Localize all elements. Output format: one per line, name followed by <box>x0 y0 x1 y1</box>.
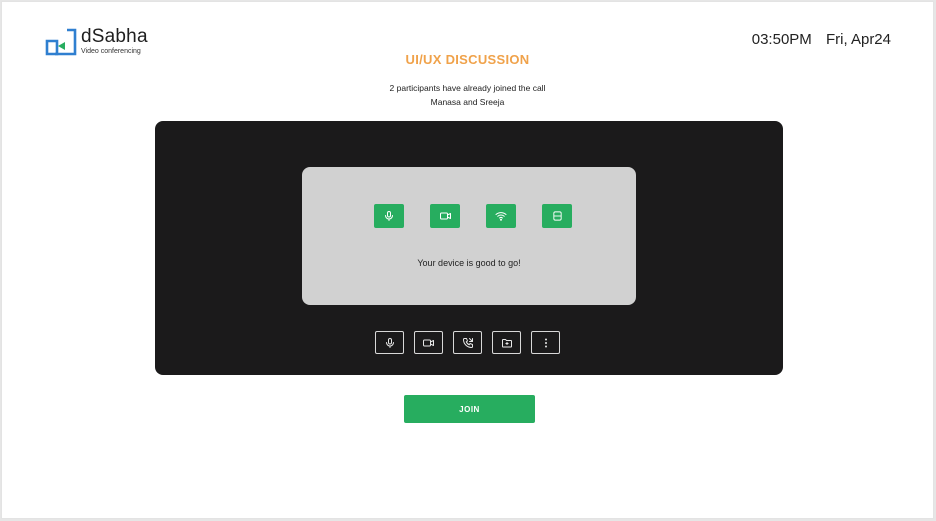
brand-name: dSabha <box>81 26 148 47</box>
join-button[interactable]: JOIN <box>404 395 535 423</box>
call-button[interactable] <box>453 331 482 354</box>
more-vertical-icon <box>544 338 547 347</box>
video-toggle-button[interactable] <box>414 331 443 354</box>
video-preview: Your device is good to go! <box>155 121 783 375</box>
app-frame: dSabha Video conferencing 03:50PM Fri, A… <box>1 1 934 519</box>
camera-icon <box>439 212 451 220</box>
phone-call-icon <box>462 337 473 348</box>
storage-icon <box>552 211 562 221</box>
storage-status <box>542 204 572 228</box>
participants-text: 2 participants have already joined the c… <box>389 83 546 93</box>
microphone-button[interactable] <box>375 331 404 354</box>
folder-add-icon <box>501 338 512 347</box>
more-options-button[interactable] <box>531 331 560 354</box>
clock-date: Fri, Apr24 <box>825 31 891 48</box>
camera-status <box>430 204 460 228</box>
microphone-status <box>374 204 404 228</box>
meeting-title: UI/UX DISCUSSION <box>405 52 530 67</box>
share-file-button[interactable] <box>492 331 521 354</box>
device-ready-message: Your device is good to go! <box>417 258 521 268</box>
network-status <box>486 204 516 228</box>
microphone-icon <box>385 337 394 348</box>
video-camera-icon <box>423 339 434 346</box>
microphone-icon <box>385 211 393 221</box>
device-check-panel: Your device is good to go! <box>302 167 636 305</box>
participant-names: Manasa and Sreeja <box>430 97 505 107</box>
clock-time: 03:50PM <box>751 31 812 48</box>
wifi-icon <box>495 212 507 221</box>
clock: 03:50PM Fri, Apr24 <box>752 31 891 48</box>
